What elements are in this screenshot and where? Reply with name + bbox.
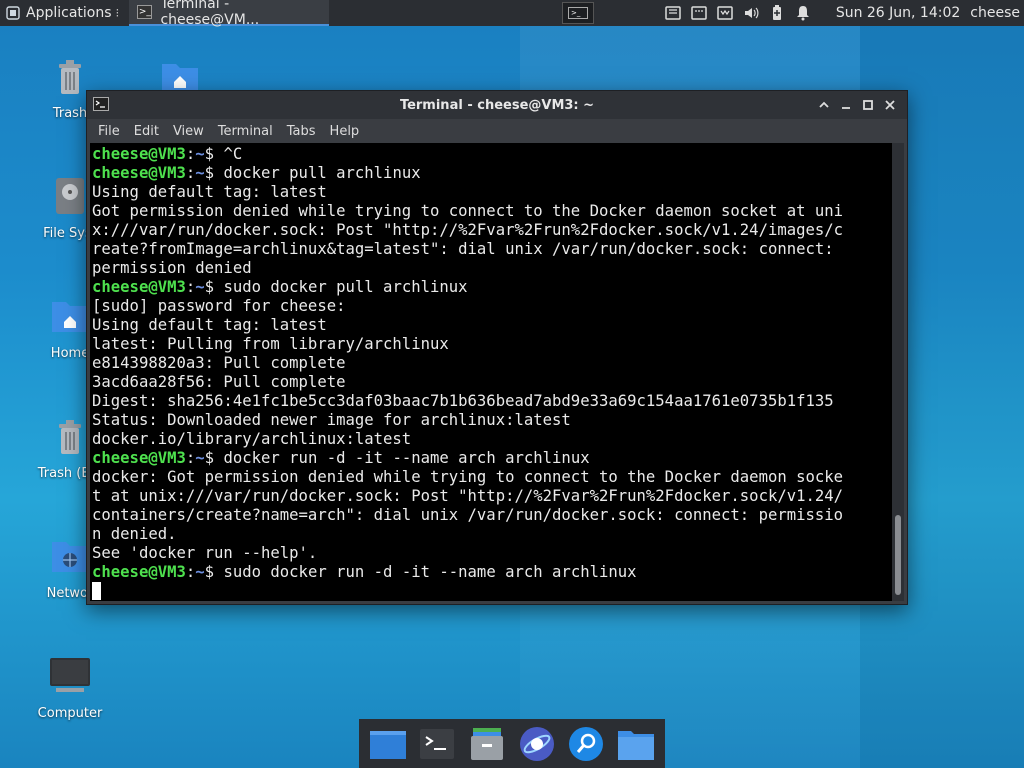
menu-file[interactable]: File xyxy=(91,124,127,139)
network-icon[interactable] xyxy=(690,5,708,21)
display-icon[interactable] xyxy=(716,5,734,21)
text-cursor xyxy=(92,582,101,600)
terminal-command-line: cheese@VM3:~$ ^C xyxy=(92,145,243,163)
menu-tabs[interactable]: Tabs xyxy=(280,124,323,139)
terminal-output-line: [sudo] password for cheese: xyxy=(92,297,346,315)
dock-file-manager[interactable] xyxy=(467,724,507,764)
prompt-path: ~ xyxy=(195,145,205,163)
notification-bell-icon[interactable] xyxy=(794,5,812,21)
applications-menu[interactable]: Applications ⁝ xyxy=(0,0,129,26)
scrollbar-thumb[interactable] xyxy=(895,515,901,595)
terminal-text: cheese@VM3:~$ ^C cheese@VM3:~$ docker pul… xyxy=(90,143,893,601)
terminal-icon xyxy=(420,728,455,759)
terminal-icon: >_ xyxy=(137,5,153,19)
dock-show-desktop[interactable] xyxy=(368,724,408,764)
xfce-logo-icon xyxy=(6,6,20,20)
terminal-output-line: e814398820a3: Pull complete xyxy=(92,354,346,372)
dock-terminal[interactable] xyxy=(417,724,457,764)
terminal-output-line: docker: Got permission denied while tryi… xyxy=(92,468,844,486)
prompt-path: ~ xyxy=(195,278,205,296)
prompt-user-host: cheese@VM3 xyxy=(92,449,186,467)
battery-icon[interactable] xyxy=(768,5,786,21)
minimize-button[interactable] xyxy=(835,95,857,115)
menu-help[interactable]: Help xyxy=(323,124,367,139)
terminal-output-line: Using default tag: latest xyxy=(92,183,327,201)
terminal-output-line: 3acd6aa28f56: Pull complete xyxy=(92,373,346,391)
top-panel: Applications ⁝ >_ Terminal - cheese@VM..… xyxy=(0,0,1024,28)
terminal-command-line: cheese@VM3:~$ sudo docker run -d -it --n… xyxy=(92,563,637,581)
terminal-output-line: t at unix:///var/run/docker.sock: Post "… xyxy=(92,487,844,505)
terminal-cursor-line xyxy=(92,582,893,601)
prompt-path: ~ xyxy=(195,164,205,182)
terminal-scrollbar[interactable] xyxy=(892,143,904,601)
prompt-user-host: cheese@VM3 xyxy=(92,145,186,163)
terminal-output-line: docker.io/library/archlinux:latest xyxy=(92,430,412,448)
roll-up-button[interactable] xyxy=(813,95,835,115)
show-desktop-icon xyxy=(369,730,406,759)
terminal-command-line: cheese@VM3:~$ docker pull archlinux xyxy=(92,164,421,182)
computer-monitor-icon xyxy=(50,658,90,692)
terminal-output-line: x:///var/run/docker.sock: Post "http://%… xyxy=(92,221,844,239)
dock-folder[interactable] xyxy=(616,724,656,764)
terminal-output-line: n denied. xyxy=(92,525,177,543)
panel-clock[interactable]: Sun 26 Jun, 14:02 xyxy=(836,5,960,21)
window-controls xyxy=(813,95,901,115)
menu-terminal[interactable]: Terminal xyxy=(211,124,280,139)
prompt-path: ~ xyxy=(195,563,205,581)
terminal-output-line: latest: Pulling from library/archlinux xyxy=(92,335,449,353)
desktop-icon-computer[interactable]: Computer xyxy=(20,654,120,721)
terminal-output-line: reate?fromImage=archlinux&tag=latest": d… xyxy=(92,240,834,258)
terminal-output-line: Digest: sha256:4e1fc1be5cc3daf03baac7b1b… xyxy=(92,392,834,410)
taskbar-title: Terminal - cheese@VM... xyxy=(160,0,260,28)
terminal-output-line: Using default tag: latest xyxy=(92,316,327,334)
prompt-user-host: cheese@VM3 xyxy=(92,563,186,581)
terminal-output-line: containers/create?name=arch": dial unix … xyxy=(92,506,844,524)
desktop-icon-label: Computer xyxy=(37,706,103,721)
taskbar-terminal-button[interactable]: >_ Terminal - cheese@VM... xyxy=(129,0,330,28)
terminal-icon xyxy=(93,97,109,111)
panel-user[interactable]: cheese xyxy=(970,5,1020,21)
window-title: Terminal - cheese@VM3: ~ xyxy=(399,97,595,113)
applications-label: Applications xyxy=(26,5,112,21)
web-browser-icon xyxy=(519,726,554,761)
maximize-button[interactable] xyxy=(857,95,879,115)
menu-edit[interactable]: Edit xyxy=(127,124,166,139)
workspace-thumbnail-icon: >_ xyxy=(568,7,588,19)
terminal-output-area[interactable]: cheese@VM3:~$ ^C cheese@VM3:~$ docker pul… xyxy=(90,143,893,601)
bottom-dock xyxy=(359,719,665,768)
system-tray: Sun 26 Jun, 14:02 cheese xyxy=(660,0,1024,26)
terminal-output-line: Got permission denied while trying to co… xyxy=(92,202,844,220)
workspace-switcher[interactable]: >_ xyxy=(562,2,594,24)
terminal-output-line: Status: Downloaded newer image for archl… xyxy=(92,411,571,429)
terminal-command-line: cheese@VM3:~$ docker run -d -it --name a… xyxy=(92,449,590,467)
menu-view[interactable]: View xyxy=(166,124,211,139)
close-button[interactable] xyxy=(879,95,901,115)
app-finder-icon xyxy=(569,726,604,761)
prompt-user-host: cheese@VM3 xyxy=(92,164,186,182)
terminal-output-line: permission denied xyxy=(92,259,252,277)
dock-web-browser[interactable] xyxy=(517,724,557,764)
prompt-path: ~ xyxy=(195,449,205,467)
folder-icon xyxy=(618,730,655,760)
file-manager-icon xyxy=(471,727,504,760)
panel-separator: ⁝ xyxy=(115,6,120,20)
window-titlebar[interactable]: Terminal - cheese@VM3: ~ xyxy=(87,91,907,119)
terminal-window: Terminal - cheese@VM3: ~ File Edit View … xyxy=(86,90,908,605)
dock-app-finder[interactable] xyxy=(566,724,606,764)
volume-icon[interactable] xyxy=(742,5,760,21)
menu-bar: File Edit View Terminal Tabs Help xyxy=(87,119,907,143)
clipboard-icon[interactable] xyxy=(664,5,682,21)
prompt-user-host: cheese@VM3 xyxy=(92,278,186,296)
terminal-command-line: cheese@VM3:~$ sudo docker pull archlinux xyxy=(92,278,468,296)
terminal-output-line: See 'docker run --help'. xyxy=(92,544,318,562)
